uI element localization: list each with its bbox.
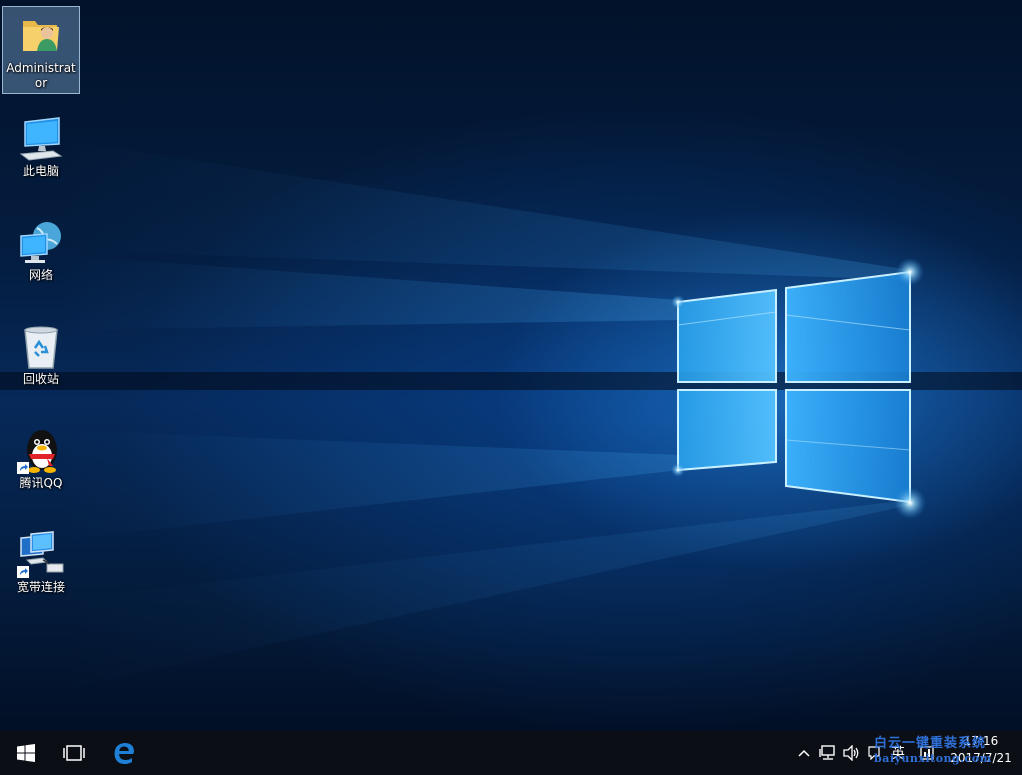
computer-icon: [17, 114, 65, 162]
user-folder-icon: [17, 11, 65, 59]
shortcut-arrow-icon: [17, 566, 29, 578]
desktop-icon-qq[interactable]: 腾讯QQ: [2, 422, 80, 494]
desktop-icon-broadband[interactable]: 宽带连接: [2, 526, 80, 598]
task-view-icon: [63, 745, 85, 761]
desktop[interactable]: Administrator 此电脑 网络 回收站 腾讯QQ 宽带连接: [0, 0, 1022, 731]
chevron-up-icon: [798, 749, 810, 757]
recycle-bin-icon: [17, 322, 65, 370]
taskbar: 英 17:16 2017/7/21: [0, 731, 1022, 775]
desktop-icon-recycle-bin[interactable]: 回收站: [2, 318, 80, 390]
desktop-icon-label: 回收站: [22, 372, 59, 386]
tray-volume-button[interactable]: [842, 731, 862, 775]
network-globe-icon: [17, 218, 65, 266]
shortcut-arrow-icon: [17, 462, 29, 474]
edge-browser-icon: [114, 743, 134, 764]
tray-overflow-button[interactable]: [796, 731, 812, 775]
input-indicator-icon: [920, 746, 934, 760]
tray-network-button[interactable]: [818, 731, 838, 775]
desktop-icon-administrator[interactable]: Administrator: [2, 6, 80, 94]
clock-date: 2017/7/21: [950, 751, 1012, 765]
windows-logo-icon: [17, 744, 35, 762]
qq-penguin-icon: [17, 426, 65, 474]
desktop-icon-label: 腾讯QQ: [19, 476, 63, 490]
task-view-button[interactable]: [50, 731, 98, 775]
tray-ime-button[interactable]: 英: [888, 731, 908, 775]
desktop-icon-this-pc[interactable]: 此电脑: [2, 110, 80, 182]
desktop-icon-label: 此电脑: [22, 164, 59, 178]
desktop-icon-label: Administrator: [6, 61, 76, 90]
action-center-icon: [868, 746, 880, 760]
broadband-connection-icon: [17, 530, 65, 578]
tray-notification-button[interactable]: [868, 731, 880, 775]
network-icon: [819, 745, 835, 760]
clock-time: 17:16: [963, 734, 999, 748]
desktop-icon-label: 网络: [28, 268, 53, 282]
volume-icon: [843, 745, 859, 761]
desktop-icon-network[interactable]: 网络: [2, 214, 80, 286]
desktop-icon-label: 宽带连接: [16, 580, 65, 594]
start-button[interactable]: [2, 731, 50, 775]
taskbar-clock[interactable]: 17:16 2017/7/21: [948, 733, 1014, 767]
tray-input-indicator[interactable]: [918, 731, 936, 775]
windows-10-wallpaper: [0, 140, 1022, 690]
edge-taskbar-button[interactable]: [100, 731, 148, 775]
